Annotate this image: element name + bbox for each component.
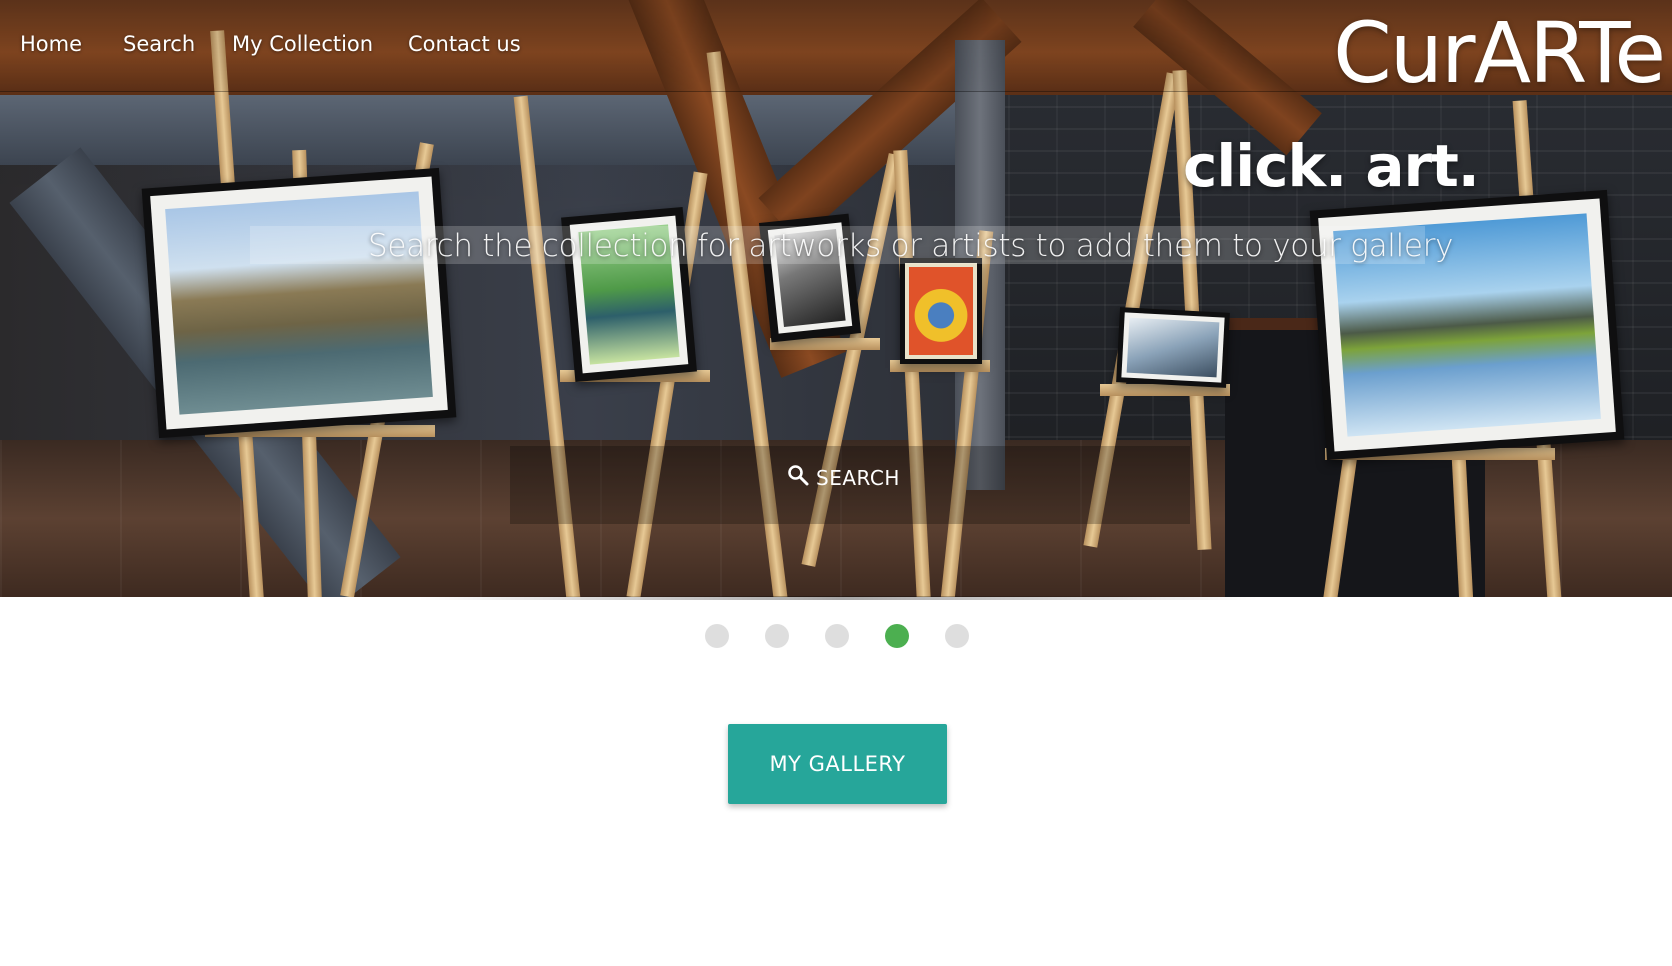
artwork-frame-landscape-river xyxy=(141,167,457,439)
hero-shadow xyxy=(418,596,1258,600)
nav-link-my-collection[interactable]: My Collection xyxy=(232,32,373,56)
top-navigation: Home Search My Collection Contact us Cur… xyxy=(0,0,1672,102)
carousel-dot-2[interactable] xyxy=(765,624,789,648)
carousel-dot-4[interactable] xyxy=(885,624,909,648)
my-gallery-button[interactable]: MY GALLERY xyxy=(728,724,947,804)
artwork-frame-colorful xyxy=(900,258,982,364)
brand-logo[interactable]: CurARTe xyxy=(1333,4,1666,102)
carousel-dot-5[interactable] xyxy=(945,624,969,648)
page: Home Search My Collection Contact us Cur… xyxy=(0,0,1672,966)
search-button-label: SEARCH xyxy=(816,465,900,490)
search-button[interactable]: SEARCH xyxy=(780,459,906,496)
nav-link-contact-us[interactable]: Contact us xyxy=(408,32,521,56)
artwork-frame-boat xyxy=(1116,307,1230,388)
hero-subtitle: Search the collection for artworks or ar… xyxy=(368,228,1454,264)
carousel-dot-1[interactable] xyxy=(705,624,729,648)
search-icon xyxy=(786,463,810,492)
carousel-dot-3[interactable] xyxy=(825,624,849,648)
nav-link-search[interactable]: Search xyxy=(123,32,195,56)
carousel-indicators xyxy=(705,624,969,648)
nav-link-home[interactable]: Home xyxy=(20,32,82,56)
hero-title: click. art. xyxy=(1183,132,1480,200)
